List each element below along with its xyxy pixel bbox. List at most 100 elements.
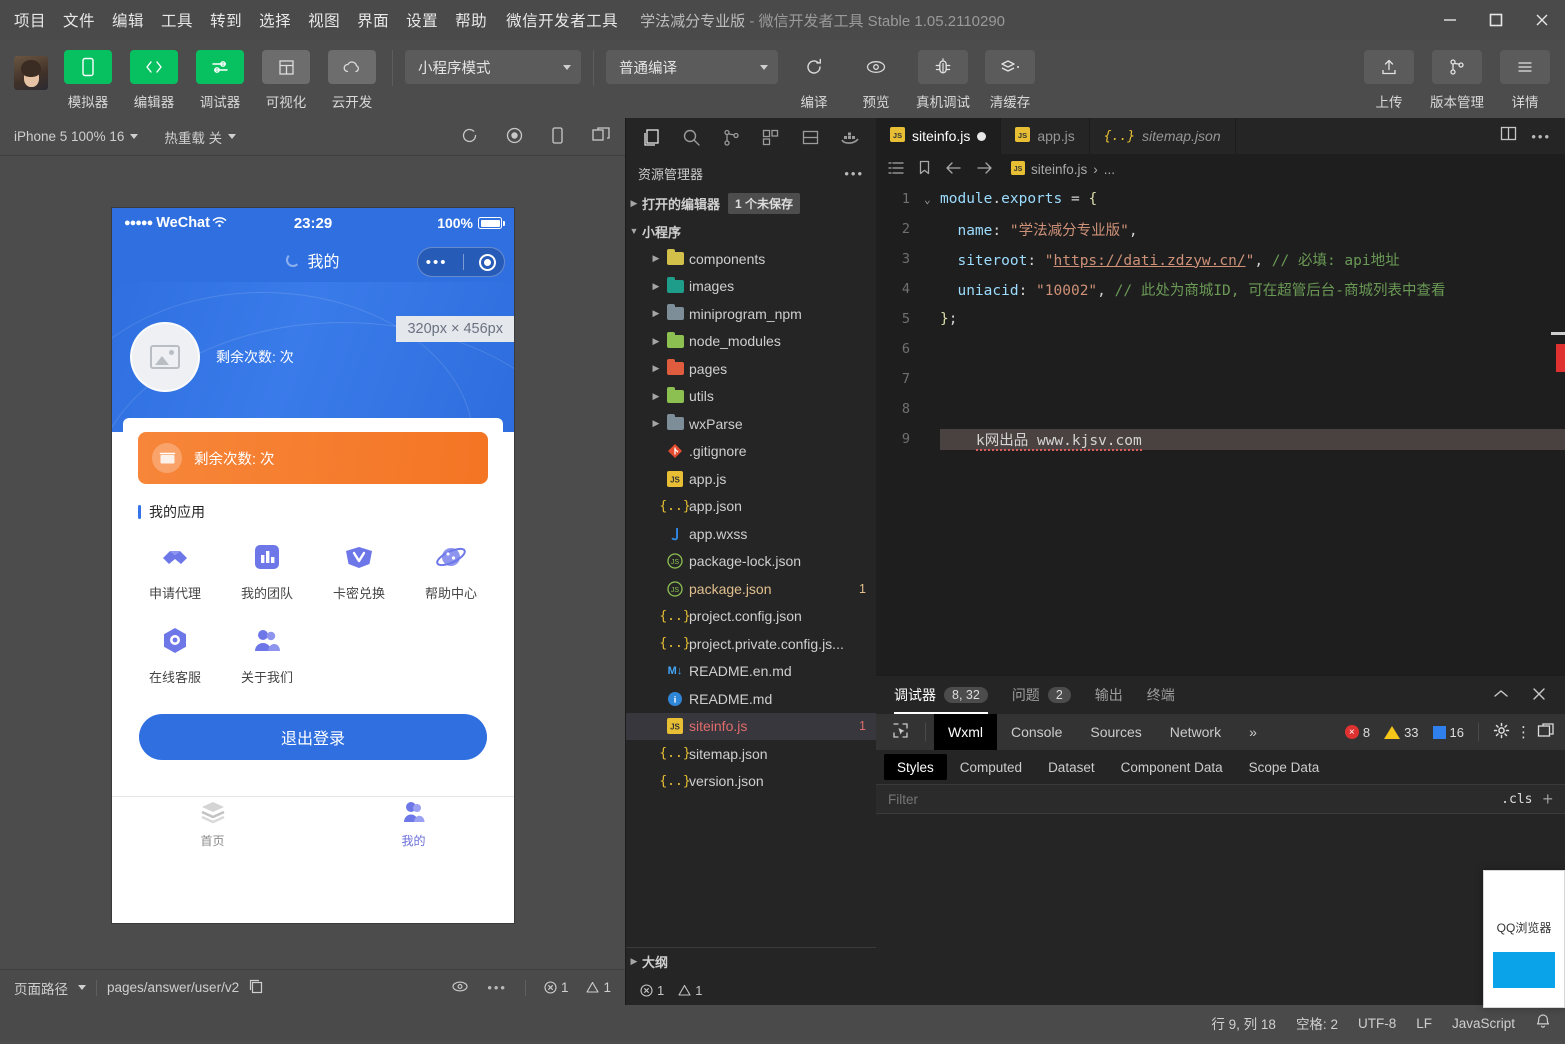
compile-select[interactable]: 普通编译: [606, 50, 778, 84]
forward-icon[interactable]: [976, 161, 993, 178]
outline-icon[interactable]: [888, 161, 904, 178]
toolbar-button-visual[interactable]: 可视化: [258, 50, 314, 111]
panel-tab-debugger[interactable]: 调试器 8, 32: [894, 676, 988, 714]
split-icon[interactable]: [795, 122, 825, 152]
source-control-icon[interactable]: [716, 122, 746, 152]
tree-item-app-wxss[interactable]: app.wxss: [626, 520, 876, 548]
tree-project-root[interactable]: ▼ 小程序: [626, 218, 876, 246]
remaining-count-banner[interactable]: 剩余次数: 次: [138, 432, 488, 484]
menu-item-devtools[interactable]: 微信开发者工具: [506, 9, 618, 31]
tree-item-version-json[interactable]: {..} version.json: [626, 768, 876, 796]
toolbar-button-simulator[interactable]: 模拟器: [60, 50, 116, 111]
toolbar-button-editor[interactable]: 编辑器: [126, 50, 182, 111]
tree-item-readme-en[interactable]: M↓ README.en.md: [626, 658, 876, 686]
cls-button[interactable]: .cls: [1491, 792, 1542, 807]
menu-item-tools[interactable]: 工具: [161, 9, 193, 31]
app-item-support[interactable]: 在线客服: [129, 624, 221, 686]
panel-tab-problems[interactable]: 问题 2: [1012, 676, 1071, 714]
qq-popup-button[interactable]: [1493, 952, 1555, 988]
tree-item-node-modules[interactable]: ▶ node_modules: [626, 328, 876, 356]
qq-browser-popup[interactable]: QQ浏览器: [1483, 870, 1565, 1008]
eye-icon-status[interactable]: [451, 980, 469, 996]
tree-item-components[interactable]: ▶ components: [626, 245, 876, 273]
docker-icon[interactable]: [835, 122, 865, 152]
tree-item-sitemap-json[interactable]: {..} sitemap.json: [626, 740, 876, 768]
search-icon[interactable]: [676, 122, 706, 152]
tree-item-miniprogram-npm[interactable]: ▶ miniprogram_npm: [626, 300, 876, 328]
panel-tab-output[interactable]: 输出: [1095, 676, 1123, 714]
editor-tab-sitemap-json[interactable]: {..} sitemap.json: [1090, 118, 1236, 154]
style-tab-scope-data[interactable]: Scope Data: [1236, 754, 1333, 780]
app-item-voucher[interactable]: 卡密兑换: [313, 540, 405, 602]
kebab-icon[interactable]: ⋮: [1516, 725, 1531, 740]
tree-item-project-private-config[interactable]: {..} project.private.config.js...: [626, 630, 876, 658]
editor-tab-app-js[interactable]: JS app.js: [1001, 118, 1089, 154]
toolbar-button-remote-debug[interactable]: 真机调试: [912, 50, 974, 111]
tree-open-editors[interactable]: ▶ 打开的编辑器 1 个未保存: [626, 190, 876, 218]
devtools-error-count[interactable]: × 8: [1345, 725, 1370, 740]
breadcrumb-path[interactable]: JS siteinfo.js › ...: [1011, 161, 1115, 178]
style-tab-dataset[interactable]: Dataset: [1035, 754, 1108, 780]
language-mode[interactable]: JavaScript: [1452, 1016, 1515, 1031]
panel-tab-terminal[interactable]: 终端: [1147, 676, 1175, 714]
app-item-agent[interactable]: 申请代理: [129, 540, 221, 602]
menu-item-help[interactable]: 帮助: [455, 9, 487, 31]
toolbar-button-compile[interactable]: 编译: [788, 50, 840, 111]
tree-item-project-config[interactable]: {..} project.config.json: [626, 603, 876, 631]
mode-select[interactable]: 小程序模式: [405, 50, 581, 84]
devtools-info-count[interactable]: 16: [1433, 725, 1464, 740]
style-tab-component-data[interactable]: Component Data: [1108, 754, 1236, 780]
toolbar-button-version[interactable]: 版本管理: [1425, 50, 1489, 111]
close-icon-panel[interactable]: [1531, 687, 1547, 704]
files-icon[interactable]: [637, 122, 667, 152]
tree-item-package-lock[interactable]: JS package-lock.json: [626, 548, 876, 576]
editor-tab-siteinfo[interactable]: JS siteinfo.js: [876, 118, 1001, 154]
devtools-tab-console[interactable]: Console: [997, 714, 1076, 750]
logout-button[interactable]: 退出登录: [139, 714, 487, 760]
fold-icon-1[interactable]: ⌄: [924, 193, 940, 206]
toolbar-button-debugger[interactable]: 调试器: [192, 50, 248, 111]
dock-icon[interactable]: [1537, 723, 1555, 742]
menu-item-select[interactable]: 选择: [259, 9, 291, 31]
target-icon[interactable]: [479, 254, 496, 271]
user-avatar-placeholder[interactable]: [130, 322, 200, 392]
tree-item-images[interactable]: ▶ images: [626, 273, 876, 301]
chevron-up-icon[interactable]: [1493, 687, 1509, 704]
add-rule-button[interactable]: +: [1542, 789, 1565, 810]
style-tab-styles[interactable]: Styles: [884, 754, 947, 780]
encoding-setting[interactable]: UTF-8: [1358, 1016, 1396, 1031]
tree-item-pages[interactable]: ▶ pages: [626, 355, 876, 383]
devtools-warning-count[interactable]: 33: [1384, 725, 1418, 740]
warning-count-status[interactable]: 1: [586, 980, 611, 995]
toolbar-button-preview[interactable]: 预览: [850, 50, 902, 111]
close-button[interactable]: [1519, 0, 1565, 40]
tree-item-wxparse[interactable]: ▶ wxParse: [626, 410, 876, 438]
wechat-capsule[interactable]: •••: [417, 247, 505, 277]
toolbar-button-details[interactable]: 详情: [1499, 50, 1551, 111]
indent-setting[interactable]: 空格: 2: [1296, 1013, 1338, 1033]
app-item-about[interactable]: 关于我们: [221, 624, 313, 686]
chevron-down-icon-path[interactable]: [78, 985, 86, 990]
menu-item-interface[interactable]: 界面: [357, 9, 389, 31]
toolbar-button-clear-cache[interactable]: 清缓存: [984, 50, 1036, 111]
maximize-button[interactable]: [1473, 0, 1519, 40]
more-dots-icon[interactable]: •••: [426, 255, 448, 270]
app-item-help[interactable]: 帮助中心: [405, 540, 497, 602]
toolbar-button-upload[interactable]: 上传: [1363, 50, 1415, 111]
copy-icon[interactable]: [249, 979, 263, 997]
cursor-position[interactable]: 行 9, 列 18: [1211, 1013, 1276, 1033]
record-icon[interactable]: [505, 126, 524, 148]
style-filter-input[interactable]: [876, 792, 1491, 807]
tree-item-app-js[interactable]: JS app.js: [626, 465, 876, 493]
menu-item-file[interactable]: 文件: [63, 9, 95, 31]
more-icon-editor[interactable]: •••: [1531, 129, 1551, 144]
tree-item-app-json[interactable]: {..} app.json: [626, 493, 876, 521]
phone-tab-mine[interactable]: 我的: [313, 797, 514, 852]
app-item-team[interactable]: 我的团队: [221, 540, 313, 602]
minimize-button[interactable]: [1427, 0, 1473, 40]
menu-item-view[interactable]: 视图: [308, 9, 340, 31]
avatar[interactable]: [14, 56, 48, 90]
tree-item-gitignore[interactable]: .gitignore: [626, 438, 876, 466]
rotate-icon[interactable]: [550, 126, 565, 148]
code-area[interactable]: 1 ⌄ module.exports = { 2 name: "学法减分专业版"…: [876, 184, 1565, 675]
